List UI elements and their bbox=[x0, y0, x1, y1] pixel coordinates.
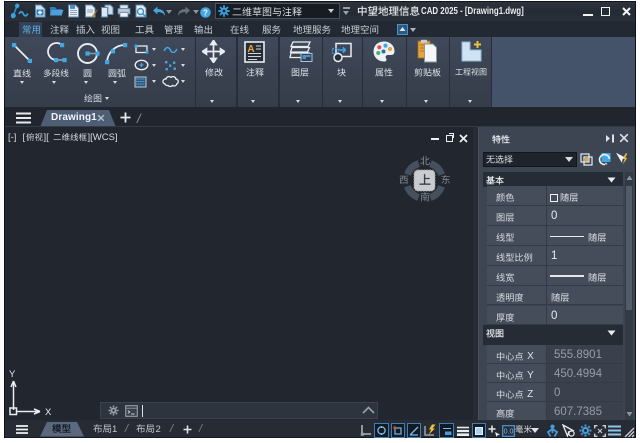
svg-text:0.0: 0.0 bbox=[503, 428, 513, 435]
svg-text:X: X bbox=[45, 407, 52, 416]
svg-text:?: ? bbox=[203, 8, 208, 17]
svg-text:Y: Y bbox=[9, 369, 16, 380]
